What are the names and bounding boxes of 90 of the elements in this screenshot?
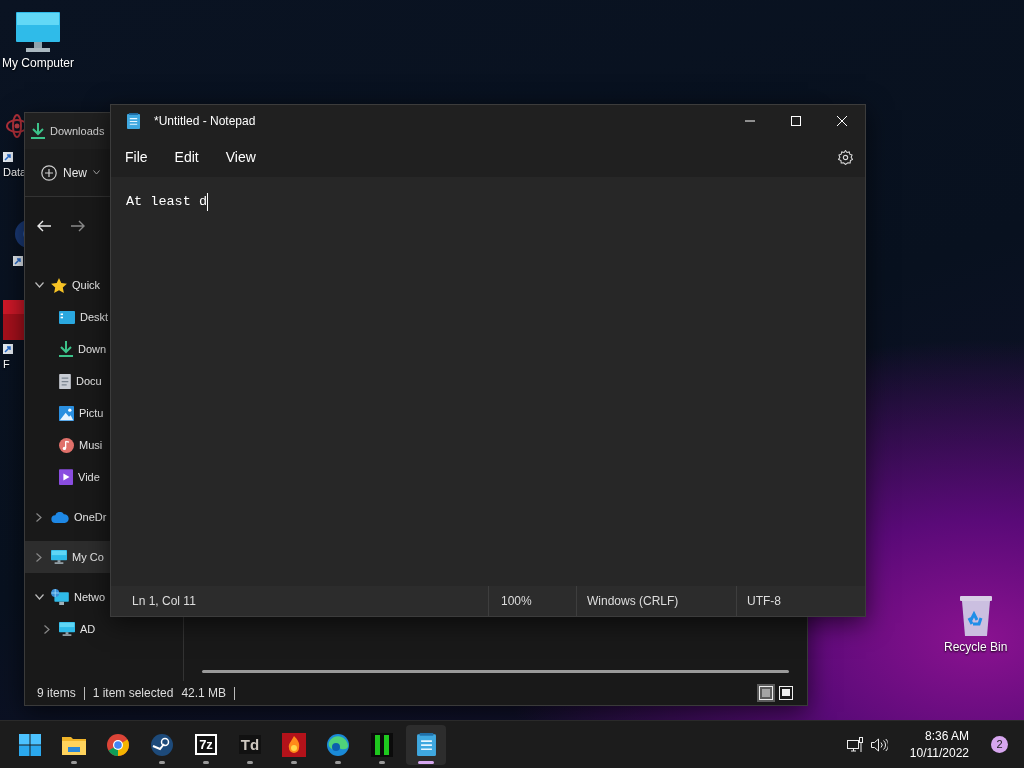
document-icon xyxy=(59,373,71,389)
window-title: *Untitled - Notepad xyxy=(154,113,256,130)
caret-icon xyxy=(93,170,100,175)
running-indicator xyxy=(418,760,434,764)
status-text: 1 item selected xyxy=(92,685,174,702)
video-icon xyxy=(59,469,73,485)
volume-icon xyxy=(870,737,888,752)
music-icon xyxy=(59,437,74,453)
network-icon xyxy=(846,736,863,753)
chevron-right-icon xyxy=(36,512,42,522)
status-text: 9 items xyxy=(37,685,76,702)
status-text: Windows (CRLF) xyxy=(587,593,679,610)
running-indicator xyxy=(159,760,165,764)
settings-icon xyxy=(838,149,853,165)
back-button[interactable] xyxy=(37,220,51,232)
status-text: Ln 1, Col 11 xyxy=(132,593,196,610)
running-indicator xyxy=(247,760,253,764)
bars-icon xyxy=(371,732,393,757)
text-cursor xyxy=(207,193,208,211)
plus-circle-icon xyxy=(41,164,57,181)
window-icon xyxy=(779,686,793,700)
flame-icon xyxy=(282,732,306,757)
nav-item[interactable]: Deskt xyxy=(25,301,110,333)
round-logo-icon xyxy=(151,733,173,756)
nav-item[interactable]: OneDr xyxy=(25,501,110,533)
icon-label[interactable]: Recycle Bin xyxy=(944,640,1008,655)
folder-icon xyxy=(62,734,86,755)
recycle-bin-icon xyxy=(958,596,993,636)
nav-item[interactable]: Netwo xyxy=(25,581,110,613)
nav-item[interactable]: My Co xyxy=(25,541,110,573)
nav-item[interactable]: Docu xyxy=(25,365,110,397)
desktop-icon xyxy=(59,310,75,324)
scrollbar[interactable] xyxy=(202,670,789,673)
monitor-icon xyxy=(51,550,67,564)
clock-date[interactable]: 10/11/2022 xyxy=(909,744,969,762)
tiles-view-button[interactable] xyxy=(777,684,795,702)
maximize-icon xyxy=(791,116,801,126)
nav-item[interactable]: Quick xyxy=(25,269,110,301)
monitor-icon xyxy=(16,12,60,52)
running-indicator xyxy=(203,760,209,764)
chevron-down-icon xyxy=(34,282,44,288)
cloud-icon xyxy=(51,511,69,523)
notepad-icon xyxy=(127,113,140,129)
taskbar-app-button[interactable]: 7z xyxy=(186,724,226,765)
nav-item[interactable]: Musi xyxy=(25,429,110,461)
taskbar-app-button[interactable] xyxy=(406,724,446,765)
window-title: Downloads xyxy=(50,123,105,139)
icon-label[interactable]: My Computer xyxy=(2,56,75,71)
running-indicator xyxy=(291,760,297,764)
clock-time[interactable]: 8:36 AM xyxy=(924,727,969,745)
monitor-icon xyxy=(59,622,75,636)
chevron-down-icon xyxy=(34,594,44,600)
nav-item[interactable]: Vide xyxy=(25,461,110,493)
running-indicator xyxy=(335,760,341,764)
status-text: UTF-8 xyxy=(747,593,781,610)
app-shortcut-icon xyxy=(3,300,27,354)
start-icon xyxy=(19,733,41,756)
running-indicator xyxy=(379,760,385,764)
menu-item[interactable]: View xyxy=(215,142,265,172)
nav-item[interactable]: Pictu xyxy=(25,397,110,429)
notification-badge[interactable]: 2 xyxy=(991,736,1008,753)
star-icon xyxy=(51,277,67,293)
forward-arrow-icon xyxy=(71,220,85,232)
nav-item[interactable]: AD xyxy=(25,613,110,645)
volume-button[interactable] xyxy=(870,737,888,752)
forward-button[interactable] xyxy=(71,220,85,232)
network-icon xyxy=(51,589,69,605)
chevron-right-icon xyxy=(44,624,50,634)
download-icon xyxy=(59,341,73,357)
new-button[interactable]: New xyxy=(39,159,102,186)
status-text: 100% xyxy=(501,593,532,610)
notepad-icon xyxy=(416,733,436,756)
chevron-right-icon xyxy=(36,552,42,562)
taskbar-app-button[interactable]: Td xyxy=(230,724,270,765)
swirl-icon xyxy=(327,733,349,756)
menu-item[interactable]: Edit xyxy=(164,142,208,172)
picture-icon xyxy=(59,405,74,421)
text-content: At least d xyxy=(126,193,207,211)
icon-label[interactable]: F xyxy=(3,358,10,372)
menu-item[interactable]: File xyxy=(115,142,157,172)
list-icon xyxy=(759,686,773,700)
close-icon xyxy=(837,116,847,126)
running-indicator xyxy=(71,760,77,764)
round-logo-icon xyxy=(107,733,129,756)
nav-item[interactable]: Down xyxy=(25,333,110,365)
status-text: 42.1 MB xyxy=(181,685,227,702)
download-icon xyxy=(31,123,45,139)
network-button[interactable] xyxy=(846,736,863,753)
details-view-button[interactable] xyxy=(757,684,775,702)
back-arrow-icon xyxy=(37,220,51,232)
